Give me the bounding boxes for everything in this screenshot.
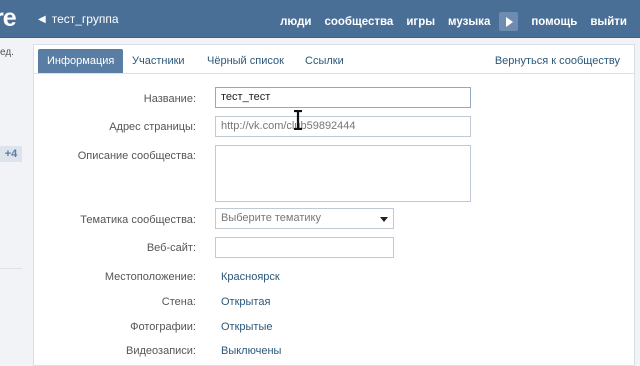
tab-links[interactable]: Ссылки [305,50,344,73]
nav-people[interactable]: люди [280,16,311,28]
website-label: Веб-сайт: [146,242,196,254]
description-textarea[interactable] [215,145,471,202]
description-label: Описание сообщества: [77,150,196,162]
location-value[interactable]: Красноярск [221,271,280,283]
tab-members[interactable]: Участники [132,50,185,73]
chevron-left-icon: ◀ [38,13,46,25]
sidebar-badge[interactable]: +4 [0,146,22,162]
photos-label: Фотографии: [130,321,196,333]
address-input[interactable]: http://vk.com/club59892444 [215,116,471,137]
back-to-group-label: тест_группа [51,12,119,26]
back-to-group-link[interactable]: ◀ тест_группа [38,12,119,26]
sidebar-divider [0,268,22,269]
wall-value[interactable]: Открытая [221,296,270,308]
address-input-value: http://vk.com/club59892444 [221,120,356,132]
logo[interactable]: re [0,4,17,33]
videos-label: Видеозаписи: [126,345,196,357]
tab-blacklist[interactable]: Чёрный список [207,50,284,73]
name-input-value: тест_тест [221,91,271,103]
nav-communities[interactable]: сообщества [324,16,393,28]
top-nav: люди сообщества игры музыка помощь выйти [280,12,640,31]
nav-logout[interactable]: выйти [590,16,627,28]
play-icon[interactable] [499,12,519,31]
theme-select[interactable]: Выберите тематику [215,208,394,229]
name-label: Название: [143,93,196,105]
nav-games[interactable]: игры [406,16,435,28]
website-input[interactable] [215,237,394,258]
theme-label: Тематика сообщества: [80,214,196,226]
tab-info[interactable]: Информация [38,49,124,73]
photos-value[interactable]: Открытые [221,321,273,333]
dropdown-arrow-icon [380,217,388,222]
videos-value[interactable]: Выключены [221,345,281,357]
left-sidebar [0,38,28,360]
nav-help[interactable]: помощь [531,16,577,28]
name-input[interactable]: тест_тест [215,87,471,108]
settings-panel: Информация Участники Чёрный список Ссылк… [33,44,635,366]
sidebar-partial-text[interactable]: ед. [0,47,14,58]
location-label: Местоположение: [104,271,196,283]
wall-label: Стена: [161,296,196,308]
address-label: Адрес страницы: [109,121,196,133]
back-to-community-link[interactable]: Вернуться к сообществу [495,50,620,73]
nav-music[interactable]: музыка [448,16,490,28]
text-cursor-icon [294,110,302,130]
tab-bar: Информация Участники Чёрный список Ссылк… [34,45,634,74]
theme-select-placeholder: Выберите тематику [221,212,321,224]
top-bar: re ◀ тест_группа люди сообщества игры му… [0,0,640,38]
